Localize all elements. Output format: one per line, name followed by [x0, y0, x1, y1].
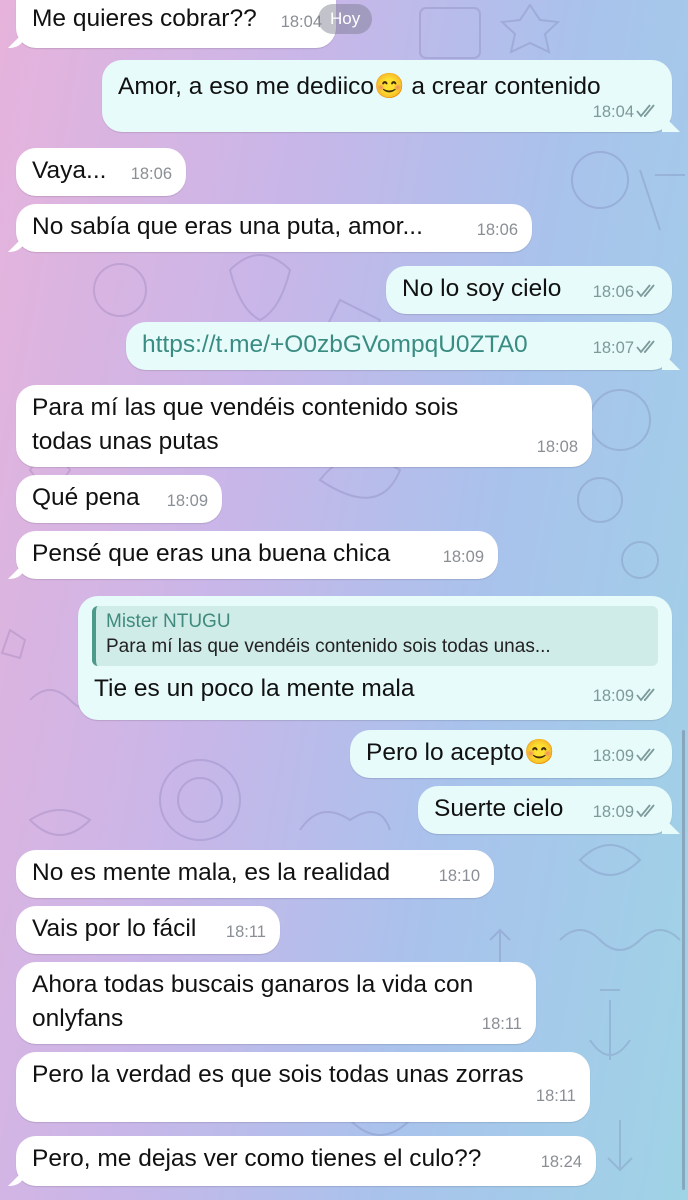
read-checkmarks-icon: [636, 340, 655, 354]
incoming-message[interactable]: Pero, me dejas ver como tienes el culo??…: [16, 1136, 596, 1186]
outgoing-message[interactable]: No lo soy cielo 18:06: [386, 266, 672, 314]
outgoing-message[interactable]: Pero lo acepto😊 18:09: [350, 730, 672, 778]
incoming-message[interactable]: Pero la verdad es que sois todas unas zo…: [16, 1052, 590, 1122]
message-time: 18:09: [593, 802, 658, 822]
read-checkmarks-icon: [636, 688, 655, 702]
read-checkmarks-icon: [636, 804, 655, 818]
message-time: 18:09: [593, 746, 658, 766]
message-text: Pero, me dejas ver como tienes el culo??: [32, 1145, 482, 1172]
message-time: 18:04: [280, 13, 322, 31]
date-badge: Hoy: [318, 4, 373, 34]
incoming-message[interactable]: Qué pena 18:09: [16, 475, 222, 523]
message-text: Pero la verdad es que sois todas unas zo…: [32, 1061, 524, 1088]
read-checkmarks-icon: [636, 104, 655, 118]
message-text: Vaya...: [32, 157, 107, 184]
reply-text: Para mí las que vendéis contenido sois t…: [106, 636, 551, 657]
outgoing-message[interactable]: Suerte cielo 18:09: [418, 786, 672, 834]
message-text: Pensé que eras una buena chica: [32, 540, 391, 567]
quoted-reply[interactable]: Mister NTUGU Para mí las que vendéis con…: [92, 606, 658, 666]
message-text: Amor, a eso me dediico😊 a crear contenid…: [118, 73, 601, 100]
message-time: 18:07: [593, 338, 658, 358]
chat-message-list[interactable]: Me quieres cobrar?? 18:04 Hoy Amor, a es…: [0, 0, 688, 1200]
message-time: 18:06: [130, 165, 172, 183]
incoming-message[interactable]: Vaya... 18:06: [16, 148, 186, 196]
incoming-message[interactable]: No es mente mala, es la realidad 18:10: [16, 850, 494, 898]
message-time: 18:09: [442, 548, 484, 566]
message-time: 18:24: [540, 1153, 582, 1171]
incoming-message[interactable]: Pensé que eras una buena chica 18:09: [16, 531, 498, 579]
message-time: 18:10: [438, 867, 480, 885]
outgoing-reply-message[interactable]: Mister NTUGU Para mí las que vendéis con…: [78, 596, 672, 720]
message-time: 18:04: [130, 102, 658, 122]
message-text: Suerte cielo: [434, 795, 564, 822]
incoming-message[interactable]: Me quieres cobrar?? 18:04: [16, 0, 336, 48]
message-text: Tie es un poco la mente mala: [94, 675, 415, 702]
message-time: 18:06: [593, 282, 658, 302]
message-text: Pero lo acepto😊: [366, 739, 555, 766]
message-text: Qué pena: [32, 484, 140, 511]
incoming-message[interactable]: Para mí las que vendéis contenido sois t…: [16, 385, 592, 467]
message-text: No lo soy cielo: [402, 275, 562, 302]
read-checkmarks-icon: [636, 748, 655, 762]
read-checkmarks-icon: [636, 284, 655, 298]
message-time: 18:09: [593, 686, 658, 706]
outgoing-message[interactable]: Amor, a eso me dediico😊 a crear contenid…: [102, 60, 672, 132]
incoming-message[interactable]: Ahora todas buscais ganaros la vida con …: [16, 962, 536, 1044]
incoming-message[interactable]: Vais por lo fácil 18:11: [16, 906, 280, 954]
message-text: No es mente mala, es la realidad: [32, 859, 391, 886]
message-text: No sabía que eras una puta, amor...: [32, 213, 423, 240]
message-time: 18:06: [476, 221, 518, 239]
message-time: 18:11: [225, 923, 266, 941]
reply-author: Mister NTUGU: [106, 611, 231, 632]
invite-link[interactable]: https://t.me/+O0zbGVompqU0ZTA0: [142, 331, 528, 358]
outgoing-message[interactable]: https://t.me/+O0zbGVompqU0ZTA0 18:07: [126, 322, 672, 370]
message-text: Me quieres cobrar??: [32, 5, 257, 32]
message-time: 18:09: [166, 492, 208, 510]
scrollbar[interactable]: [682, 730, 685, 1190]
incoming-message[interactable]: No sabía que eras una puta, amor... 18:0…: [16, 204, 532, 252]
message-text: Vais por lo fácil: [32, 915, 197, 942]
